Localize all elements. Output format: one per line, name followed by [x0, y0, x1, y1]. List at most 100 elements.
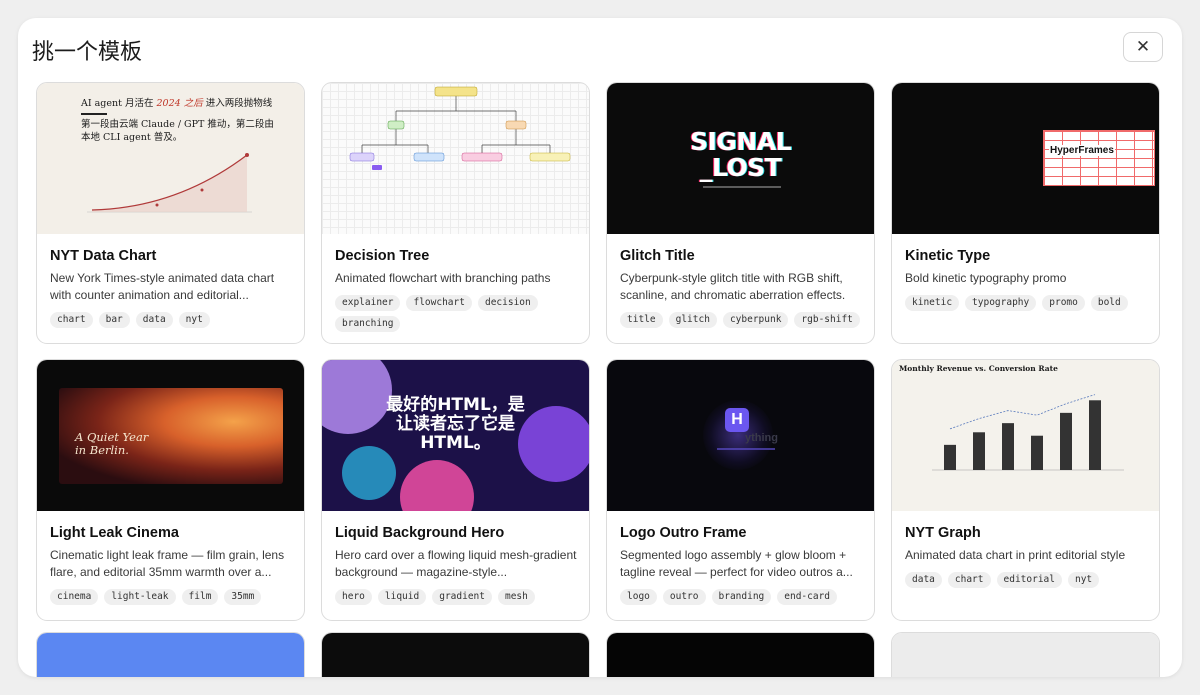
- template-card-logo-outro-frame[interactable]: H ything Logo Outro Frame Segmented logo…: [606, 359, 875, 621]
- tag: nyt: [178, 312, 210, 328]
- tag: cinema: [50, 589, 99, 605]
- light-leak-frame: A Quiet Year in Berlin.: [59, 388, 283, 484]
- template-card-light-leak-cinema[interactable]: A Quiet Year in Berlin. Light Leak Cinem…: [36, 359, 305, 621]
- tag: rgb-shift: [794, 312, 860, 328]
- tag-list: explainer flowchart decision branching: [335, 295, 577, 332]
- card-description: Animated data chart in print editorial s…: [905, 548, 1126, 562]
- card-title: Kinetic Type: [905, 248, 991, 264]
- tag: editorial: [996, 572, 1062, 588]
- template-grid: AI agent 月活在 2024 之后 进入两段抛物线 第一段由云端 Clau…: [18, 18, 1182, 677]
- tag: nyt: [1067, 572, 1100, 588]
- template-card-partial[interactable]: [606, 632, 875, 677]
- tag: liquid: [377, 589, 427, 605]
- bar: [1002, 423, 1014, 470]
- tag: title: [620, 312, 663, 328]
- card-description: Hero card over a flowing liquid mesh-gra…: [335, 548, 577, 579]
- template-card-nyt-data-chart[interactable]: AI agent 月活在 2024 之后 进入两段抛物线 第一段由云端 Clau…: [36, 82, 305, 344]
- template-card-partial[interactable]: [891, 632, 1160, 677]
- tag: glitch: [668, 312, 717, 328]
- template-card-nyt-graph[interactable]: Monthly Revenue vs. Conversion Rate NYT …: [891, 359, 1160, 621]
- tag: 35mm: [224, 589, 262, 605]
- card-title: Liquid Background Hero: [335, 525, 505, 541]
- template-card-glitch-title[interactable]: SIGNAL _LOST Glitch Title Cyberpunk-styl…: [606, 82, 875, 344]
- tag: data: [905, 572, 942, 588]
- tag: branding: [711, 589, 772, 605]
- card-title: NYT Data Chart: [50, 248, 157, 264]
- card-title: Decision Tree: [335, 248, 430, 264]
- bar: [973, 432, 985, 470]
- template-card-liquid-background-hero[interactable]: 最好的HTML，是 让读者忘了它是 HTML。 Liquid Backgroun…: [321, 359, 590, 621]
- card-thumbnail: 最好的HTML，是 让读者忘了它是 HTML。: [322, 360, 589, 511]
- template-card-partial[interactable]: [321, 632, 590, 677]
- card-description: Animated flowchart with branching paths: [335, 271, 551, 285]
- bar-chart: [932, 394, 1124, 471]
- bar: [1089, 400, 1101, 470]
- card-description: Bold kinetic typography promo: [905, 271, 1067, 285]
- conversion-line: [949, 394, 1096, 430]
- bar: [1060, 412, 1072, 470]
- card-description: Segmented logo assembly + glow bloom + t…: [620, 548, 853, 579]
- tag: kinetic: [905, 295, 960, 311]
- glitch-line-1: SIGNAL: [689, 127, 792, 156]
- tag: chart: [50, 312, 93, 328]
- liquid-line-2: 让读者忘了它是: [396, 414, 515, 434]
- curve-chart: [87, 153, 252, 213]
- cinema-line-2: in Berlin.: [75, 443, 129, 457]
- glitch-scanline: [703, 186, 781, 188]
- tag: film: [181, 589, 219, 605]
- tagline-bar: [717, 448, 775, 450]
- tag-list: chart bar data nyt: [50, 312, 292, 328]
- card-thumbnail: [322, 83, 589, 234]
- kinetic-grid-box: HyperFrames: [1043, 130, 1155, 186]
- tag-list: logo outro branding end-card: [620, 589, 862, 605]
- kinetic-word: HyperFrames: [1049, 145, 1115, 156]
- card-title: Light Leak Cinema: [50, 525, 179, 541]
- tag: branching: [335, 316, 401, 332]
- tag-list: data chart editorial nyt: [905, 572, 1147, 588]
- card-thumbnail: Monthly Revenue vs. Conversion Rate: [892, 360, 1159, 511]
- template-card-kinetic-type[interactable]: HyperFrames Kinetic Type Bold kinetic ty…: [891, 82, 1160, 344]
- liquid-headline: 最好的HTML，是 让读者忘了它是 HTML。: [322, 396, 589, 453]
- card-thumbnail: A Quiet Year in Berlin.: [37, 360, 304, 511]
- card-thumbnail: [37, 633, 304, 677]
- blob: [342, 446, 396, 500]
- card-thumbnail: HyperFrames: [892, 83, 1159, 234]
- card-thumbnail: [607, 633, 874, 677]
- tag-list: cinema light-leak film 35mm: [50, 589, 292, 605]
- card-thumbnail: H ything: [607, 360, 874, 511]
- tag: data: [135, 312, 173, 328]
- tag: hero: [335, 589, 372, 605]
- card-description: New York Times-style animated data chart…: [50, 271, 275, 302]
- bar: [1031, 435, 1043, 470]
- tag: end-card: [777, 589, 838, 605]
- tag-list: title glitch cyberpunk rgb-shift: [620, 312, 862, 328]
- glitch-title-text: SIGNAL _LOST: [607, 129, 874, 181]
- tag: flowchart: [406, 295, 472, 311]
- tag: explainer: [335, 295, 401, 311]
- tag-list: hero liquid gradient mesh: [335, 589, 577, 605]
- blob: [400, 460, 474, 511]
- card-title: Logo Outro Frame: [620, 525, 747, 541]
- tag: decision: [477, 295, 538, 311]
- logo-ghost-text: ything: [745, 432, 778, 444]
- tag: bar: [98, 312, 130, 328]
- template-picker-modal: 挑一个模板 ✕ AI agent 月活在 2024 之后 进入两段抛物线 第一段…: [18, 18, 1182, 677]
- tag: chart: [947, 572, 991, 588]
- tag: light-leak: [104, 589, 176, 605]
- tag: promo: [1042, 295, 1085, 311]
- tag: gradient: [432, 589, 492, 605]
- card-thumbnail: AI agent 月活在 2024 之后 进入两段抛物线 第一段由云端 Clau…: [37, 83, 304, 234]
- card-thumbnail: [892, 633, 1159, 677]
- flowchart-graphic: [349, 86, 571, 170]
- tag: bold: [1090, 295, 1128, 311]
- template-card-partial[interactable]: [36, 632, 305, 677]
- card-thumbnail: SIGNAL _LOST: [607, 83, 874, 234]
- logo-mark-icon: H: [725, 408, 749, 432]
- template-card-decision-tree[interactable]: Decision Tree Animated flowchart with br…: [321, 82, 590, 344]
- bar: [944, 444, 956, 470]
- liquid-line-1: 最好的HTML，是: [386, 395, 525, 415]
- card-title: Glitch Title: [620, 248, 695, 264]
- card-description: Cyberpunk-style glitch title with RGB sh…: [620, 271, 846, 302]
- cinema-title: A Quiet Year in Berlin.: [75, 431, 148, 457]
- tag: cyberpunk: [722, 312, 789, 328]
